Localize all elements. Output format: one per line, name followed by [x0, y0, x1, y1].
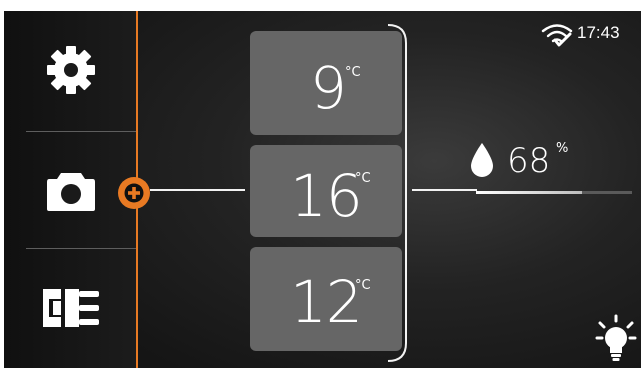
humidity-value: 68	[507, 141, 551, 181]
temperature-unit: °C	[355, 171, 371, 186]
temperature-unit: °C	[345, 65, 361, 80]
temperature-card[interactable]: 9 °C	[250, 31, 402, 135]
plus-icon	[124, 183, 144, 203]
temperature-card[interactable]: 12 °C	[250, 247, 402, 351]
temperature-value: 9	[310, 54, 347, 122]
temperature-unit: °C	[355, 278, 371, 293]
humidity-unit: %	[556, 141, 569, 156]
connector-line	[150, 189, 245, 191]
light-bulb-icon	[595, 314, 637, 361]
status-time: 17:43	[577, 23, 620, 42]
humidity-bar-fill	[476, 191, 583, 194]
thermostat-screen: 9 °C 16 °C 12 °C 17:43 68 %	[4, 11, 641, 368]
connector-line	[412, 189, 477, 191]
add-button[interactable]	[118, 177, 150, 209]
plug-button[interactable]	[4, 249, 138, 367]
temperature-value: 16	[290, 162, 363, 230]
droplet-icon	[471, 143, 493, 177]
wifi-icon	[541, 24, 573, 47]
light-button[interactable]	[594, 313, 638, 363]
camera-icon	[47, 173, 95, 211]
gear-icon	[47, 46, 95, 94]
humidity-bar	[476, 191, 632, 194]
settings-button[interactable]	[4, 11, 138, 129]
temperature-card[interactable]: 16 °C	[250, 145, 402, 237]
temperature-value: 12	[290, 268, 363, 336]
plug-icon	[43, 289, 99, 327]
